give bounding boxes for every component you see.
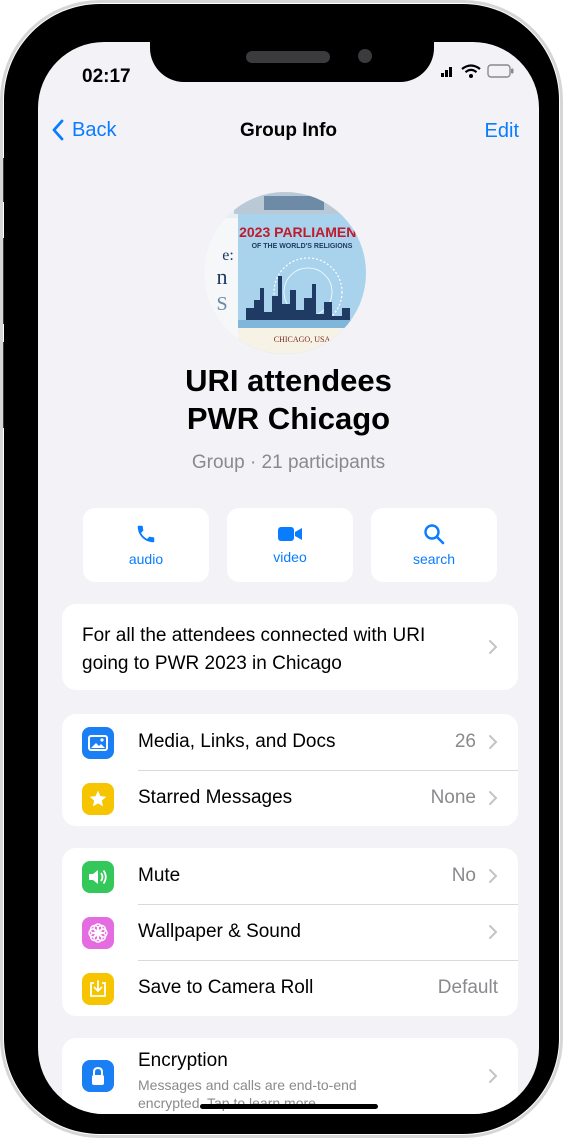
media-starred-card: Media, Links, and Docs 26 Starred Messag… — [62, 714, 518, 826]
group-description: For all the attendees connected with URI… — [82, 625, 426, 674]
poster-city: CHICAGO, USA — [274, 335, 331, 344]
chevron-right-icon — [489, 791, 498, 805]
wallpaper-label: Wallpaper & Sound — [138, 921, 302, 942]
status-icons — [441, 64, 515, 78]
group-name: URI attendees PWR Chicago — [38, 362, 539, 438]
group-description-card[interactable]: For all the attendees connected with URI… — [62, 604, 518, 690]
settings-card: Mute No Wallpaper & Sound Save to Camera… — [62, 848, 518, 1016]
poster-edge-letter-2: n — [217, 264, 228, 289]
star-icon — [82, 783, 114, 815]
signal-icon — [441, 67, 452, 77]
notch — [150, 42, 434, 82]
media-label: Media, Links, and Docs — [138, 731, 336, 752]
video-call-button[interactable]: video — [227, 508, 353, 582]
chevron-right-icon — [489, 869, 498, 883]
phone-screen: 02:17 Back Group Info Edit 2023 PARLIAME… — [38, 42, 539, 1114]
battery-icon — [487, 64, 514, 78]
lock-icon — [82, 1060, 114, 1092]
home-indicator[interactable] — [200, 1104, 378, 1109]
earpiece-speaker — [246, 51, 330, 63]
mute-value: No — [451, 865, 476, 886]
status-time: 02:17 — [82, 66, 131, 87]
group-name-line1: URI attendees — [185, 363, 392, 398]
mute-label: Mute — [138, 865, 181, 886]
video-label: video — [273, 549, 307, 565]
media-links-docs-row[interactable]: Media, Links, and Docs 26 — [62, 714, 518, 770]
poster-title-line1: 2023 PARLIAMENT — [239, 224, 365, 240]
group-participants: Group · 21 participants — [191, 452, 386, 473]
encryption-card[interactable]: Encryption Messages and calls are end-to… — [62, 1038, 518, 1114]
photo-icon — [82, 727, 114, 759]
group-name-line2: PWR Chicago — [186, 401, 391, 436]
media-count: 26 — [454, 731, 476, 752]
front-camera — [358, 49, 372, 63]
flower-icon — [82, 917, 114, 949]
audio-label: audio — [128, 551, 164, 567]
encryption-title: Encryption — [138, 1050, 228, 1071]
parliament-poster-image: 2023 PARLIAMENT OF THE WORLD'S RELIGIONS… — [204, 192, 366, 354]
poster-edge-letter-1: e: — [222, 247, 234, 264]
quick-actions: audio video search — [83, 508, 497, 582]
edit-button[interactable]: Edit — [485, 120, 519, 143]
chevron-right-icon — [489, 735, 498, 749]
wifi-icon — [461, 64, 481, 78]
starred-value: None — [430, 787, 476, 808]
phone-frame: 02:17 Back Group Info Edit 2023 PARLIAME… — [0, 0, 563, 1138]
magnifier-icon — [424, 524, 445, 545]
starred-label: Starred Messages — [138, 787, 293, 808]
speaker-icon — [82, 861, 114, 893]
navigation-bar: Back Group Info Edit — [38, 116, 539, 152]
chevron-right-icon — [489, 925, 498, 939]
poster-title-line2: OF THE WORLD'S RELIGIONS — [252, 243, 353, 250]
wallpaper-sound-row[interactable]: Wallpaper & Sound — [62, 904, 518, 960]
chevron-right-icon — [489, 640, 498, 654]
mute-row[interactable]: Mute No — [62, 848, 518, 904]
page-title: Group Info — [239, 120, 338, 141]
save-camera-roll-row[interactable]: Save to Camera Roll Default — [62, 960, 518, 1016]
search-button[interactable]: search — [371, 508, 497, 582]
save-value: Default — [437, 977, 498, 998]
video-camera-icon — [278, 527, 302, 541]
save-icon — [82, 973, 114, 1005]
phone-icon — [137, 525, 155, 543]
save-label: Save to Camera Roll — [138, 977, 314, 998]
audio-call-button[interactable]: audio — [83, 508, 209, 582]
starred-messages-row[interactable]: Starred Messages None — [62, 770, 518, 826]
poster-edge-letter-3: S — [216, 293, 227, 315]
chevron-right-icon — [489, 1069, 498, 1083]
search-label: search — [412, 551, 456, 567]
group-avatar[interactable]: 2023 PARLIAMENT OF THE WORLD'S RELIGIONS… — [204, 192, 366, 354]
